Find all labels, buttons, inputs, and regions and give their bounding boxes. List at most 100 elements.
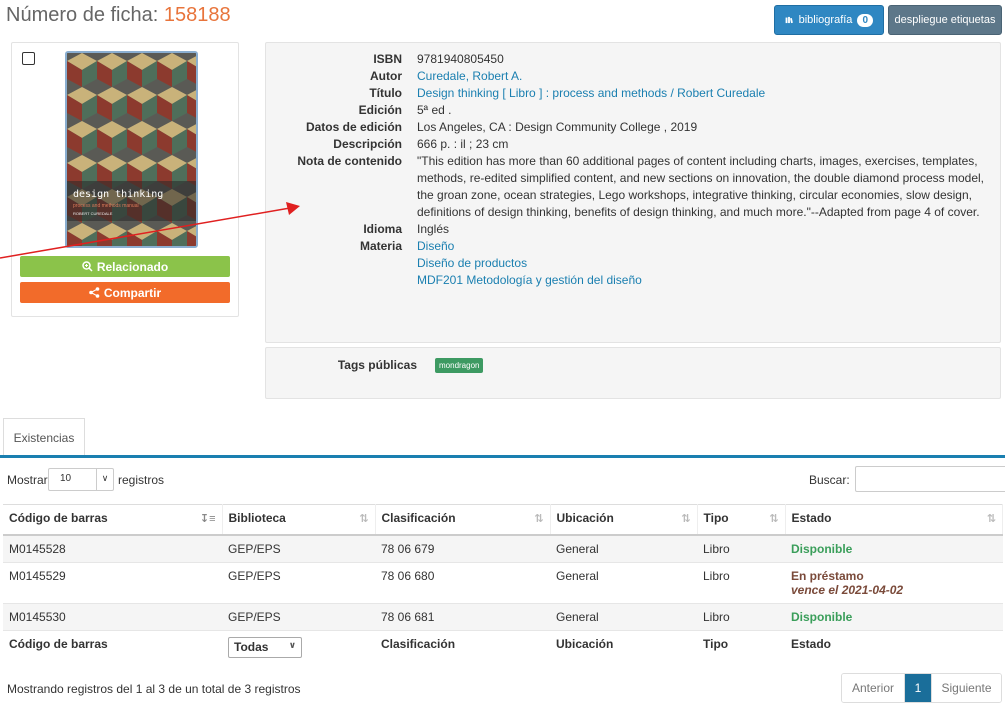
record-label: Número de ficha:: [6, 4, 159, 26]
detail-value: 666 p. : il ; 23 cm: [417, 137, 509, 151]
cover-title: design thinking: [73, 189, 164, 200]
share-button[interactable]: Compartir: [20, 282, 230, 303]
footer-library: Todas ∨: [222, 629, 375, 664]
detail-value: Los Angeles, CA : Design Community Colle…: [417, 120, 698, 134]
labels-display-button[interactable]: despliegue etiquetas: [888, 5, 1002, 35]
show-label: Mostrar: [7, 473, 48, 487]
chevron-down-icon: ∨: [288, 639, 296, 650]
table-row: M0145529 GEP/EPS 78 06 680 General Libro En p…: [3, 562, 1003, 604]
detail-row: ISBN 9781940805450: [266, 51, 1002, 68]
books-icon: [785, 16, 793, 24]
tag-badge[interactable]: mondragon: [435, 358, 484, 373]
record-details-panel: ISBN 9781940805450 Autor Curedale, Robert A…: [265, 42, 1001, 343]
next-page-button[interactable]: Siguiente: [931, 674, 1001, 702]
sort-icon: ⇅: [359, 513, 369, 525]
cell-type: Libro: [697, 534, 785, 563]
tags-label: Tags públicas: [337, 358, 417, 372]
page-length-value: 10: [60, 473, 72, 484]
cell-status: Disponible: [785, 534, 1003, 563]
subject-link[interactable]: MDF201 Metodología y gestión del diseño: [417, 272, 987, 289]
cell-status: Disponible: [785, 603, 1003, 631]
subjects-row: Materia Diseño Diseño de productos MDF201 M…: [266, 238, 1002, 289]
page-length-select[interactable]: 10 ∨: [48, 468, 114, 491]
cell-class: 78 06 680: [375, 562, 550, 604]
tags-panel: Tags públicas mondragon: [265, 347, 1001, 399]
cell-library: GEP/EPS: [222, 534, 375, 563]
subject-link[interactable]: Diseño: [417, 238, 987, 255]
share-icon: [89, 287, 100, 298]
library-filter-value: Todas: [234, 639, 269, 654]
cell-status: En préstamo vence el 2021-04-02: [785, 562, 1003, 604]
detail-key: Datos de edición: [305, 120, 402, 134]
cell-location: General: [550, 562, 697, 604]
cell-barcode: M0145528: [3, 534, 222, 563]
footer-location: Ubicación: [550, 629, 697, 664]
cell-library: GEP/EPS: [222, 562, 375, 604]
tab-underline: [0, 455, 1005, 458]
column-label: Ubicación: [556, 511, 614, 525]
sort-icon: ⇅: [769, 513, 779, 525]
holdings-table: Código de barras ↧≡ Biblioteca ⇅ Clasifica…: [3, 504, 1003, 664]
detail-row: Datos de edición Los Angeles, CA : Design…: [266, 119, 1002, 136]
status-badge: Disponible: [791, 609, 853, 624]
cell-library: GEP/EPS: [222, 603, 375, 631]
footer-status: Estado: [785, 629, 1003, 664]
column-label: Biblioteca: [228, 511, 286, 525]
share-label: Compartir: [103, 285, 162, 300]
page-title: Número de ficha: 158188: [6, 4, 231, 27]
sort-icon: ⇅: [534, 513, 544, 525]
column-header-status[interactable]: Estado ⇅: [785, 504, 1003, 536]
select-checkbox[interactable]: [22, 52, 35, 65]
detail-row: Nota de contenido "This edition has more …: [266, 153, 1002, 221]
subject-link[interactable]: Diseño de productos: [417, 255, 987, 272]
column-label: Estado: [791, 511, 832, 525]
sort-icon: ⇅: [986, 513, 996, 525]
detail-row: Idioma Inglés: [266, 221, 1002, 238]
column-header-type[interactable]: Tipo ⇅: [697, 504, 786, 536]
column-header-barcode[interactable]: Código de barras ↧≡: [3, 504, 223, 536]
tab-existencias[interactable]: Existencias: [3, 418, 85, 456]
status-badge: Disponible: [791, 541, 853, 556]
bibliography-button[interactable]: bibliografía 0: [774, 5, 884, 35]
detail-value: Inglés: [417, 222, 450, 236]
cell-class: 78 06 679: [375, 534, 550, 563]
column-header-library[interactable]: Biblioteca ⇅: [222, 504, 376, 536]
bibliography-label: bibliografía: [798, 14, 853, 26]
search-input[interactable]: [855, 466, 1005, 492]
current-page-button[interactable]: 1: [905, 674, 931, 702]
detail-value[interactable]: Curedale, Robert A.: [417, 68, 987, 85]
detail-key: Edición: [358, 103, 402, 117]
cell-type: Libro: [697, 603, 785, 631]
sort-icon: ⇅: [681, 513, 691, 525]
sort-asc-icon: ↧≡: [199, 513, 216, 525]
records-info: Mostrando registros del 1 al 3 de un tot…: [7, 682, 301, 696]
cover-panel: design thinking process and methods manu…: [11, 42, 239, 317]
bibliography-count-badge: 0: [857, 13, 873, 27]
cell-location: General: [550, 534, 697, 563]
footer-type: Tipo: [697, 629, 785, 664]
detail-row: Edición 5ª ed .: [266, 102, 1002, 119]
detail-row: Descripción 666 p. : il ; 23 cm: [266, 136, 1002, 153]
table-body: M0145528 GEP/EPS 78 06 679 General Libro Disp…: [3, 534, 1003, 631]
cell-type: Libro: [697, 562, 785, 604]
status-badge: En préstamo: [791, 568, 864, 583]
detail-value: "This edition has more than 60 additiona…: [417, 154, 985, 219]
detail-key: Autor: [370, 69, 402, 83]
detail-row: Autor Curedale, Robert A.: [266, 68, 1002, 85]
pagination: Anterior 1 Siguiente: [841, 673, 1002, 703]
column-header-location[interactable]: Ubicación ⇅: [550, 504, 698, 536]
search-label: Buscar:: [809, 473, 850, 487]
detail-value[interactable]: Design thinking [ Libro ] : process and …: [417, 85, 987, 102]
column-label: Tipo: [703, 511, 729, 525]
show-suffix: registros: [118, 473, 165, 487]
chevron-down-icon: ∨: [96, 468, 113, 491]
detail-key: ISBN: [373, 52, 402, 66]
column-header-classification[interactable]: Clasificación ⇅: [375, 504, 551, 536]
cell-location: General: [550, 603, 697, 631]
due-date: vence el 2021-04-02: [791, 582, 904, 597]
detail-key: Descripción: [333, 137, 402, 151]
detail-row: Título Design thinking [ Libro ] : proces…: [266, 85, 1002, 102]
detail-key: Título: [369, 86, 402, 100]
library-filter-select[interactable]: Todas ∨: [228, 636, 302, 658]
previous-page-button[interactable]: Anterior: [842, 674, 905, 702]
